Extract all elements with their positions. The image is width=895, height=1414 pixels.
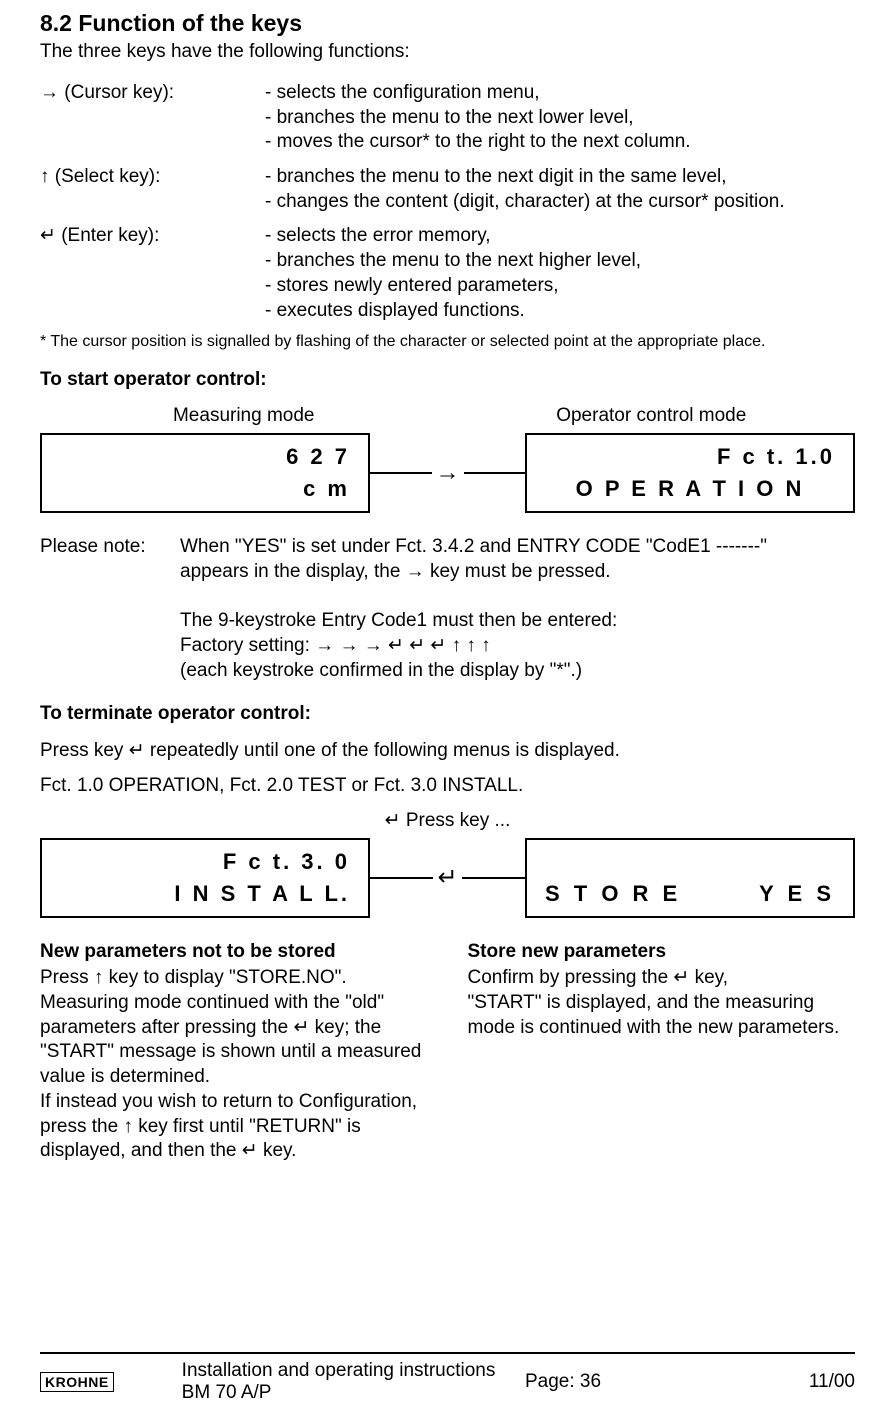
select-key-name: (Select key):	[55, 166, 161, 187]
note-line-2c: (each keystroke confirmed in the display…	[180, 659, 855, 684]
section-heading: Function of the keys	[78, 10, 302, 36]
lcd-store: S T O R E Y E S	[525, 838, 855, 918]
terminate-diagram: F c t. 3. 0 I N S T A L L. ↵ S T O R E Y…	[40, 838, 855, 918]
key-function-list: → (Cursor key): - selects the configurat…	[40, 81, 855, 323]
diagram-connector-1: →	[370, 459, 525, 487]
col-not-stored-body: Press ↑ key to display "STORE.NO". Measu…	[40, 966, 428, 1164]
cursor-key-name: (Cursor key):	[64, 82, 174, 103]
terminate-p2: Fct. 1.0 OPERATION, Fct. 2.0 TEST or Fct…	[40, 774, 855, 799]
enter-key-name: (Enter key):	[61, 225, 159, 246]
col-store: Store new parameters Confirm by pressing…	[468, 940, 856, 1164]
lcd-install: F c t. 3. 0 I N S T A L L.	[40, 838, 370, 918]
note-line-1b: appears in the display, the → key must b…	[180, 560, 855, 585]
mode-labels: Measuring mode Operator control mode	[40, 405, 855, 427]
enter-key-desc-1: - selects the error memory,	[265, 224, 855, 249]
start-diagram: 6 2 7 c m → F c t. 1.0 O P E R A T I O N	[40, 433, 855, 513]
lcd-operation-label: O P E R A T I O N	[545, 476, 835, 502]
col-not-stored-head: New parameters not to be stored	[40, 940, 428, 965]
section-number: 8.2	[40, 10, 72, 36]
enter-key-symbol: ↵	[40, 225, 56, 246]
store-columns: New parameters not to be stored Press ↑ …	[40, 940, 855, 1164]
lcd-measuring-value: 6 2 7	[60, 444, 350, 470]
enter-key-row: ↵ (Enter key): - selects the error memor…	[40, 224, 855, 323]
lcd-install-label: I N S T A L L.	[60, 881, 350, 907]
enter-key-desc-4: - executes displayed functions.	[265, 299, 855, 324]
col-store-head: Store new parameters	[468, 940, 856, 965]
operator-control-mode-label: Operator control mode	[448, 405, 856, 427]
select-key-symbol: ↑	[40, 166, 50, 187]
cursor-key-desc-3: - moves the cursor* to the right to the …	[265, 130, 855, 155]
cursor-key-symbol: →	[40, 82, 59, 103]
enter-arrow-icon: ↵	[433, 863, 461, 892]
terminate-heading: To terminate operator control:	[40, 703, 855, 725]
note-line-2a: The 9-keystroke Entry Code1 must then be…	[180, 609, 855, 634]
please-note-label: Please note:	[40, 535, 180, 683]
cursor-key-row: → (Cursor key): - selects the configurat…	[40, 81, 855, 155]
enter-key-desc-3: - stores newly entered parameters,	[265, 274, 855, 299]
intro-text: The three keys have the following functi…	[40, 41, 855, 63]
cursor-key-desc-2: - branches the menu to the next lower le…	[265, 106, 855, 131]
cursor-key-desc-1: - selects the configuration menu,	[265, 81, 855, 106]
lcd-measuring: 6 2 7 c m	[40, 433, 370, 513]
lcd-measuring-unit: c m	[60, 476, 350, 502]
footer-title: Installation and operating instructions …	[142, 1360, 525, 1404]
note-line-1a: When "YES" is set under Fct. 3.4.2 and E…	[180, 535, 855, 560]
right-arrow-icon: →	[432, 459, 464, 487]
cursor-footnote: * The cursor position is signalled by fl…	[40, 333, 855, 351]
please-note-block: Please note: When "YES" is set under Fct…	[40, 535, 855, 683]
page-footer: KROHNE Installation and operating instru…	[40, 1352, 855, 1404]
lcd-operation: F c t. 1.0 O P E R A T I O N	[525, 433, 855, 513]
note-line-2b: Factory setting: → → → ↵ ↵ ↵ ↑ ↑ ↑	[180, 634, 855, 659]
press-key-label: ↵ Press key ...	[40, 809, 855, 832]
col-not-stored: New parameters not to be stored Press ↑ …	[40, 940, 428, 1164]
select-key-desc-1: - branches the menu to the next digit in…	[265, 165, 855, 190]
select-key-desc-2: - changes the content (digit, character)…	[265, 190, 855, 215]
lcd-store-label: S T O R E	[545, 881, 681, 907]
lcd-fct-label: F c t. 1.0	[545, 444, 835, 470]
measuring-mode-label: Measuring mode	[40, 405, 448, 427]
select-key-row: ↑ (Select key): - branches the menu to t…	[40, 165, 855, 214]
footer-page: Page: 36	[525, 1371, 775, 1393]
col-store-body: Confirm by pressing the ↵ key, "START" i…	[468, 966, 856, 1040]
terminate-p1: Press key ↵ repeatedly until one of the …	[40, 739, 855, 764]
enter-key-desc-2: - branches the menu to the next higher l…	[265, 249, 855, 274]
section-title: 8.2 Function of the keys	[40, 10, 855, 37]
brand-logo: KROHNE	[40, 1372, 114, 1392]
footer-date: 11/00	[775, 1371, 855, 1393]
diagram-connector-2: ↵	[370, 863, 525, 892]
lcd-yes-label: Y E S	[759, 881, 835, 907]
start-operator-heading: To start operator control:	[40, 369, 855, 391]
lcd-fct30: F c t. 3. 0	[60, 849, 350, 875]
